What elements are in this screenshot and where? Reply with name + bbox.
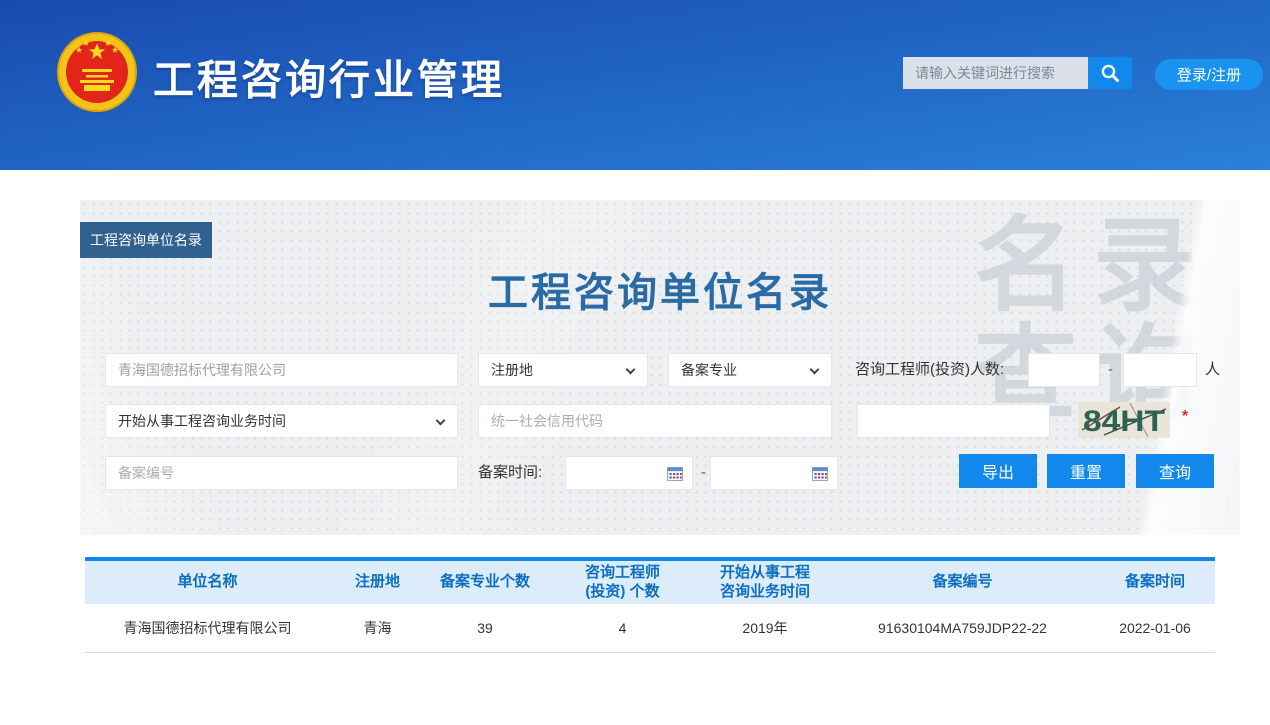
chevron-down-icon: [626, 365, 636, 375]
table-row: 青海国德招标代理有限公司 青海 39 4 2019年 91630104MA759…: [85, 604, 1215, 652]
record-time-dash: -: [701, 456, 706, 490]
cell-record-number: 91630104MA759JDP22-22: [830, 604, 1095, 652]
tab-company-directory[interactable]: 工程咨询单位名录: [80, 222, 212, 258]
record-time-label: 备案时间:: [478, 456, 542, 490]
search-icon: [1099, 62, 1121, 84]
page: 工程咨询行业管理 登录/注册 名录 查询 工程咨询单位名录 工程咨询单位名录 注…: [0, 0, 1270, 725]
query-panel: 名录 查询 工程咨询单位名录 工程咨询单位名录 注册地 备案专业 咨询工程师(投…: [80, 200, 1240, 535]
calendar-icon[interactable]: [812, 466, 828, 481]
results-table: 单位名称 注册地 备案专业个数 咨询工程师 (投资) 个数 开始从事工程 咨询业…: [85, 557, 1215, 653]
col-header-record-number: 备案编号: [830, 559, 1095, 604]
page-title: 工程咨询单位名录: [80, 260, 1240, 318]
region-select[interactable]: 注册地: [478, 353, 648, 387]
col-header-start-time: 开始从事工程 咨询业务时间: [700, 559, 830, 604]
keyword-search-input[interactable]: [903, 57, 1088, 89]
specialty-select-value: 备案专业: [681, 360, 737, 380]
query-button[interactable]: 查询: [1136, 454, 1214, 488]
col-header-specialty-count: 备案专业个数: [425, 559, 545, 604]
reset-button[interactable]: 重置: [1047, 454, 1125, 488]
cell-company: 青海国德招标代理有限公司: [85, 604, 330, 652]
col-header-record-time: 备案时间: [1095, 559, 1215, 604]
engineer-count-unit: 人: [1205, 353, 1220, 387]
specialty-select[interactable]: 备案专业: [668, 353, 832, 387]
captcha-image[interactable]: 84HT: [1078, 402, 1170, 438]
cell-start-time: 2019年: [700, 604, 830, 652]
col-header-region: 注册地: [330, 559, 425, 604]
engineer-count-min-input[interactable]: [1028, 353, 1100, 387]
export-button[interactable]: 导出: [959, 454, 1037, 488]
captcha-text: 84HT: [1083, 405, 1165, 438]
engineer-count-label: 咨询工程师(投资)人数:: [855, 353, 1004, 387]
start-time-select-value: 开始从事工程咨询业务时间: [118, 411, 286, 431]
company-name-input[interactable]: [105, 353, 458, 387]
search-button[interactable]: [1088, 57, 1132, 89]
site-header: 工程咨询行业管理 登录/注册: [0, 0, 1270, 170]
cell-specialty-count: 39: [425, 604, 545, 652]
panel-watermark: 名录 查询: [966, 212, 1198, 428]
record-time-start-input[interactable]: [565, 456, 693, 490]
chevron-down-icon: [436, 416, 446, 426]
record-time-end-input[interactable]: [710, 456, 838, 490]
cell-record-time: 2022-01-06: [1095, 604, 1215, 652]
engineer-range-dash: -: [1108, 353, 1113, 387]
col-header-company: 单位名称: [85, 559, 330, 604]
record-number-input[interactable]: [105, 456, 458, 490]
chevron-down-icon: [810, 365, 820, 375]
captcha-input[interactable]: [857, 404, 1050, 438]
national-emblem-logo: [56, 31, 138, 119]
calendar-icon[interactable]: [667, 466, 683, 481]
credit-code-input[interactable]: [478, 404, 832, 438]
site-title: 工程咨询行业管理: [153, 46, 505, 106]
start-time-select[interactable]: 开始从事工程咨询业务时间: [105, 404, 458, 438]
cell-engineer-count: 4: [545, 604, 700, 652]
cell-region: 青海: [330, 604, 425, 652]
captcha-required-mark: *: [1182, 408, 1188, 426]
table-header-row: 单位名称 注册地 备案专业个数 咨询工程师 (投资) 个数 开始从事工程 咨询业…: [85, 559, 1215, 604]
col-header-engineer-count: 咨询工程师 (投资) 个数: [545, 559, 700, 604]
login-register-button[interactable]: 登录/注册: [1155, 59, 1263, 90]
region-select-value: 注册地: [491, 360, 533, 380]
engineer-count-max-input[interactable]: [1123, 353, 1197, 387]
